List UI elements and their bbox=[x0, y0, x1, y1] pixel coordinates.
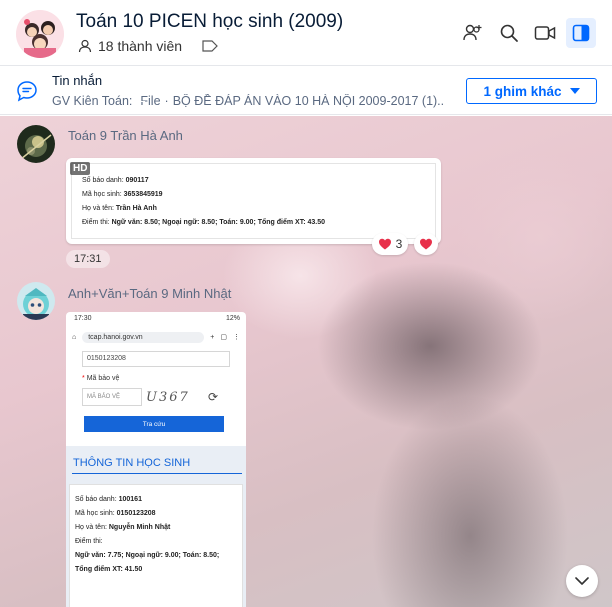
chevron-down-icon bbox=[575, 577, 589, 585]
bullet-separator: · bbox=[164, 94, 169, 108]
heart-icon bbox=[378, 238, 391, 250]
tabs-icon: ▢ bbox=[220, 334, 227, 341]
more-pins-button[interactable]: 1 ghim khác bbox=[466, 78, 597, 104]
search-button[interactable] bbox=[494, 18, 524, 48]
info-line: Số báo danh: 100161 bbox=[75, 496, 142, 503]
pinned-file-name: BỘ ĐỀ ĐÁP ÁN VÀO 10 HÀ NỘI 2009-2017 (1)… bbox=[172, 94, 444, 108]
lookup-button: Tra cứu bbox=[84, 416, 224, 432]
pinned-preview[interactable]: GV Kiên Toán: File · BỘ ĐỀ ĐÁP ÁN VÀO 10… bbox=[52, 94, 444, 108]
score-total: Tổng điểm XT: 41.50 bbox=[75, 566, 143, 573]
info-line: Họ và tên: Nguyễn Minh Nhật bbox=[75, 524, 171, 531]
pinned-label: Tin nhắn bbox=[52, 73, 103, 88]
phone-time: 17:30 bbox=[74, 315, 92, 322]
hd-badge: HD bbox=[70, 162, 91, 175]
result-screenshot: Số báo danh: 090117 Mã học sinh: 3653845… bbox=[71, 163, 436, 239]
url-field: tcap.hanoi.gov.vn bbox=[82, 331, 205, 343]
student-info-section: THÔNG TIN HỌC SINH Số báo danh: 100161 M… bbox=[66, 446, 246, 607]
sender-avatar[interactable] bbox=[17, 125, 55, 163]
message-list[interactable]: Toán 9 Trần Hà Anh Số báo danh: 090117 M… bbox=[0, 116, 612, 607]
score-label: Điểm thi: bbox=[75, 538, 103, 545]
image-message[interactable]: Số báo danh: 090117 Mã học sinh: 3653845… bbox=[66, 158, 441, 244]
result-line: Họ và tên: Trần Hà Anh bbox=[82, 205, 157, 212]
browser-bar: ⌂ tcap.hanoi.gov.vn + ▢ ⋮ bbox=[66, 326, 246, 348]
video-call-icon bbox=[534, 26, 556, 40]
search-icon bbox=[500, 24, 518, 42]
sender-name: Toán 9 Trần Hà Anh bbox=[68, 128, 183, 143]
info-line: Mã học sinh: 0150123208 bbox=[75, 510, 156, 517]
heart-icon bbox=[420, 238, 432, 250]
captcha-row: MÃ BẢO VỆ U367 ⟳ bbox=[82, 388, 246, 406]
group-avatar-art bbox=[16, 10, 64, 58]
react-button[interactable] bbox=[414, 233, 438, 255]
image-message[interactable]: 17:30 12% ⌂ tcap.hanoi.gov.vn + ▢ ⋮ 0150… bbox=[66, 312, 246, 607]
pinned-sender: GV Kiên Toán: bbox=[52, 94, 133, 108]
captcha-label: * Mã bảo vệ bbox=[82, 375, 120, 382]
chat-bubble-icon bbox=[16, 80, 38, 107]
scroll-to-bottom-button[interactable] bbox=[566, 565, 598, 597]
group-avatar[interactable] bbox=[16, 10, 64, 58]
member-icon bbox=[78, 39, 92, 53]
section-divider bbox=[72, 473, 242, 474]
result-line: Điểm thi: Ngữ văn: 8.50; Ngoại ngữ: 8.50… bbox=[82, 219, 326, 226]
video-call-button[interactable] bbox=[530, 18, 560, 48]
sender-name: Anh+Văn+Toán 9 Minh Nhật bbox=[68, 286, 232, 301]
student-info-box: Số báo danh: 100161 Mã học sinh: 0150123… bbox=[69, 484, 243, 607]
tag-icon[interactable] bbox=[202, 40, 218, 52]
result-line: Mã học sinh: 3653845919 bbox=[82, 191, 163, 198]
student-code-field: 0150123208 bbox=[82, 351, 230, 367]
plus-icon: + bbox=[210, 333, 215, 341]
more-icon: ⋮ bbox=[233, 334, 240, 341]
member-count-label: 18 thành viên bbox=[98, 38, 183, 54]
captcha-image: U367 bbox=[146, 389, 190, 405]
chat-header: Toán 10 PICEN học sinh (2009) 18 thành v… bbox=[0, 0, 612, 66]
sidebar-toggle-button[interactable] bbox=[566, 18, 596, 48]
member-count[interactable]: 18 thành viên bbox=[78, 38, 218, 54]
home-icon: ⌂ bbox=[72, 333, 77, 341]
phone-status-bar: 17:30 12% bbox=[66, 312, 246, 326]
reaction-summary[interactable]: 3 bbox=[372, 233, 408, 255]
more-pins-label: 1 ghim khác bbox=[483, 83, 562, 99]
add-member-button[interactable] bbox=[458, 18, 488, 48]
caret-down-icon bbox=[569, 88, 580, 94]
score-line: Ngữ văn: 7.75; Ngoại ngữ: 9.00; Toán: 8.… bbox=[75, 552, 220, 559]
message-time: 17:31 bbox=[66, 250, 110, 268]
pinned-message-bar[interactable]: Tin nhắn GV Kiên Toán: File · BỘ ĐỀ ĐÁP … bbox=[0, 67, 612, 115]
sidebar-toggle-icon bbox=[572, 24, 590, 42]
reaction-count: 3 bbox=[395, 237, 403, 251]
sender-avatar[interactable] bbox=[17, 282, 55, 320]
captcha-input: MÃ BẢO VỆ bbox=[82, 388, 142, 406]
add-member-icon bbox=[463, 24, 482, 41]
section-title: THÔNG TIN HỌC SINH bbox=[73, 457, 191, 469]
phone-battery: 12% bbox=[225, 315, 240, 322]
result-line: Số báo danh: 090117 bbox=[82, 177, 149, 184]
conversation-title[interactable]: Toán 10 PICEN học sinh (2009) bbox=[76, 11, 343, 33]
refresh-icon: ⟳ bbox=[208, 390, 219, 404]
